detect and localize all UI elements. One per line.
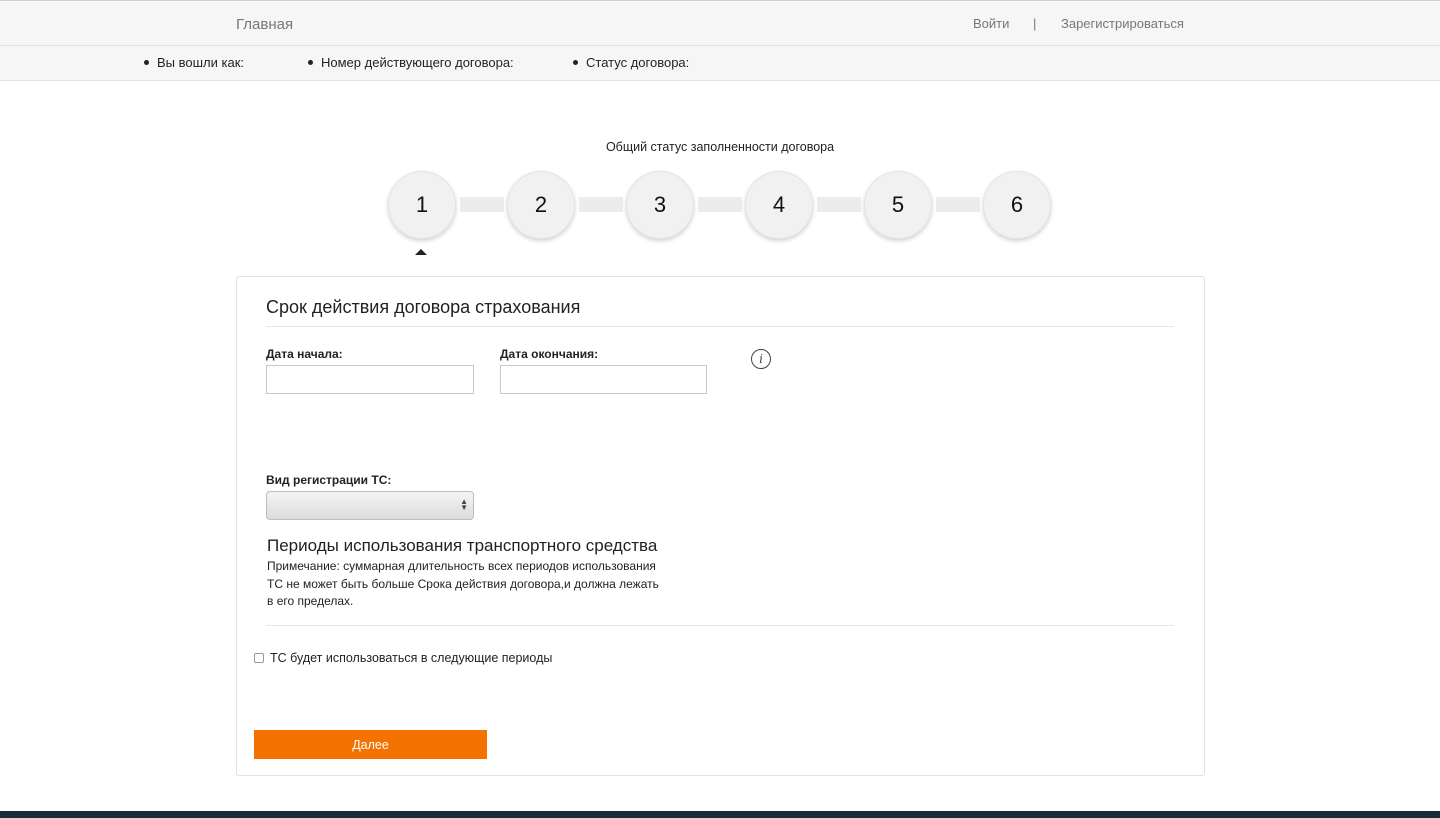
step-connector: [698, 197, 742, 212]
periods-title: Периоды использования транспортного сред…: [267, 536, 658, 555]
step-connector: [460, 197, 504, 212]
contract-number-label: Номер действующего договора:: [308, 55, 514, 70]
periods-checkbox[interactable]: [254, 652, 264, 663]
step-6[interactable]: 6: [983, 171, 1051, 239]
home-link[interactable]: Главная: [236, 16, 293, 33]
step-2[interactable]: 2: [507, 171, 575, 239]
user-info-row: Вы вошли как: Номер действующего договор…: [0, 47, 1440, 81]
progress-steps: 1 2 3 4 5 6: [388, 171, 1052, 239]
contract-status-label: Статус договора:: [573, 55, 689, 70]
step-5[interactable]: 5: [864, 171, 932, 239]
top-navigation-bar: Главная Войти | Зарегистрироваться Вы во…: [0, 0, 1440, 81]
periods-note: Примечание: суммарная длительность всех …: [267, 558, 677, 611]
registration-type-label: Вид регистрации ТС:: [266, 473, 392, 487]
login-link[interactable]: Войти: [973, 16, 1009, 31]
step-1[interactable]: 1: [388, 171, 456, 239]
step-connector: [579, 197, 623, 212]
step-connector: [936, 197, 980, 212]
progress-title: Общий статус заполненности договора: [605, 140, 835, 154]
footer-bar: [0, 811, 1440, 818]
form-title: Срок действия договора страхования: [266, 297, 581, 317]
select-arrows-icon: ▲ ▼: [460, 497, 468, 512]
end-date-label: Дата окончания:: [500, 347, 599, 361]
note-line: Примечание: суммарная длительность всех …: [267, 559, 656, 573]
start-date-label: Дата начала:: [266, 347, 343, 361]
register-link[interactable]: Зарегистрироваться: [1061, 16, 1184, 31]
contract-form-panel: Срок действия договора страхования Дата …: [236, 276, 1205, 776]
divider: [266, 326, 1174, 327]
note-line: ТС не может быть больше Срока действия д…: [267, 576, 659, 591]
end-date-input[interactable]: [500, 365, 707, 394]
note-line: в его пределах.: [267, 594, 354, 608]
logged-in-as-label: Вы вошли как:: [144, 55, 244, 70]
next-button[interactable]: Далее: [254, 730, 487, 759]
header-row: Главная Войти | Зарегистрироваться: [0, 1, 1440, 46]
start-date-input[interactable]: [266, 365, 474, 394]
auth-separator: |: [1033, 16, 1037, 31]
step-3[interactable]: 3: [626, 171, 694, 239]
active-step-indicator: [415, 249, 427, 255]
periods-checkbox-label: ТС будет использоваться в следующие пери…: [270, 651, 553, 665]
step-connector: [817, 197, 861, 212]
info-icon[interactable]: i: [751, 349, 771, 369]
registration-type-select[interactable]: ▲ ▼: [266, 491, 474, 520]
step-4[interactable]: 4: [745, 171, 813, 239]
divider: [266, 625, 1174, 626]
periods-checkbox-row[interactable]: ТС будет использоваться в следующие пери…: [254, 651, 552, 665]
